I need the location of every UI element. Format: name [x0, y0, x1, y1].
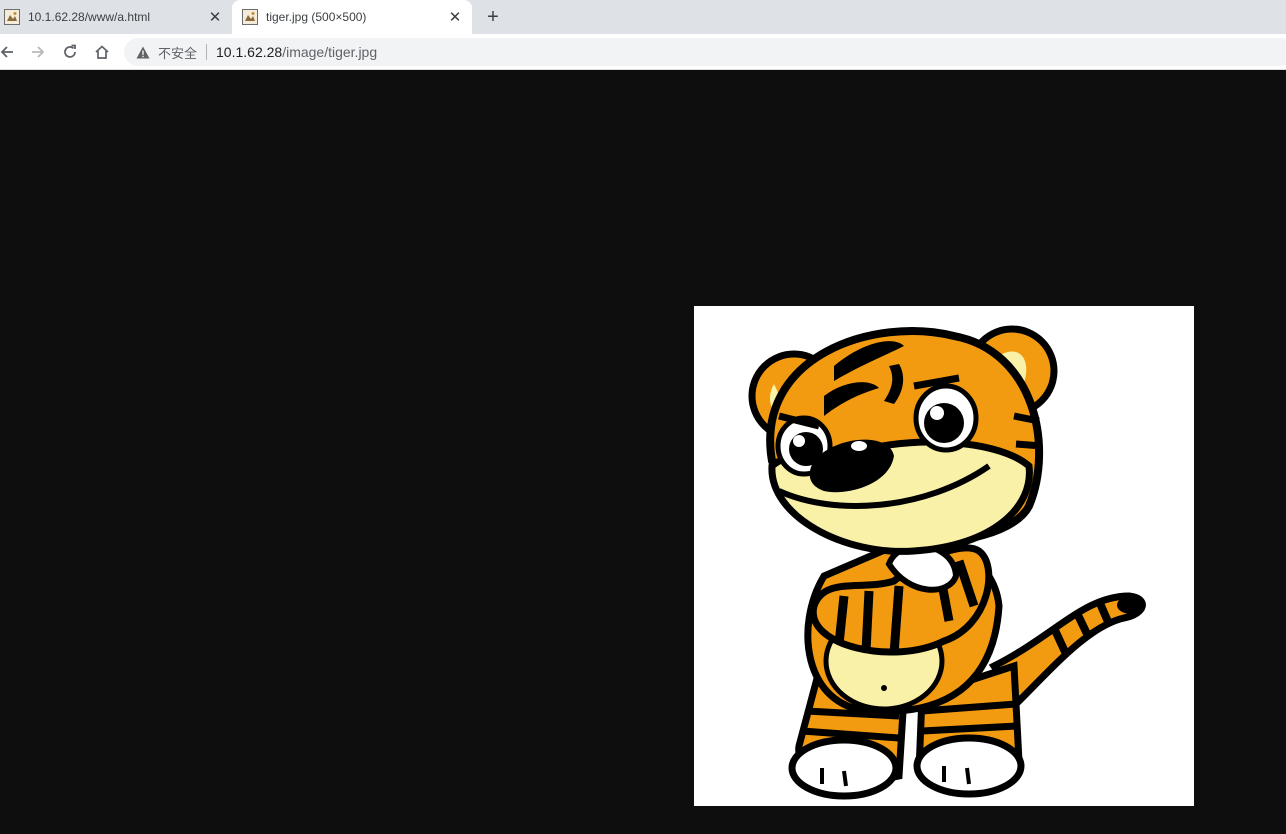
- tab-strip: 10.1.62.28/www/a.html ✕ tiger.jpg (500×5…: [0, 0, 1286, 34]
- address-bar[interactable]: 不安全 10.1.62.28 /image/tiger.jpg: [124, 38, 1286, 66]
- warning-icon[interactable]: [136, 46, 150, 59]
- close-icon[interactable]: ✕: [444, 6, 466, 28]
- image-favicon-icon: [242, 9, 258, 25]
- tab-a-html[interactable]: 10.1.62.28/www/a.html ✕: [0, 0, 232, 34]
- browser-toolbar: 不安全 10.1.62.28 /image/tiger.jpg: [0, 34, 1286, 70]
- url-path: /image/tiger.jpg: [282, 44, 378, 60]
- close-icon[interactable]: ✕: [204, 6, 226, 28]
- tab-tiger-jpg[interactable]: tiger.jpg (500×500) ✕: [232, 0, 472, 34]
- security-label[interactable]: 不安全: [158, 43, 197, 62]
- url-host: 10.1.62.28: [216, 44, 283, 60]
- new-tab-button[interactable]: +: [481, 5, 505, 29]
- reload-icon[interactable]: [57, 39, 83, 65]
- image-favicon-icon: [4, 9, 20, 25]
- tiger-cartoon-image[interactable]: [694, 306, 1194, 806]
- omnibox-divider: [206, 44, 208, 60]
- arrow-right-icon[interactable]: [25, 39, 51, 65]
- tab-title: tiger.jpg (500×500): [266, 10, 367, 24]
- arrow-left-icon[interactable]: [0, 39, 20, 65]
- page-viewport: [0, 71, 1286, 834]
- home-icon[interactable]: [89, 39, 115, 65]
- tab-title: 10.1.62.28/www/a.html: [28, 10, 151, 24]
